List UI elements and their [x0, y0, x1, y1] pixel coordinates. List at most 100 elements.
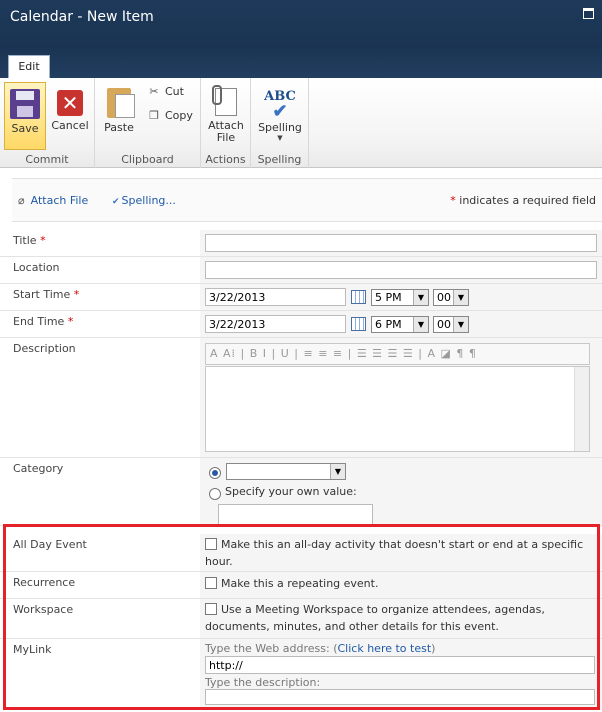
label-category: Category [13, 462, 64, 475]
row-title: Title * [0, 230, 602, 257]
cancel-button[interactable]: ✕ Cancel [50, 82, 90, 150]
save-button[interactable]: Save [4, 82, 46, 150]
start-hour-value: 5 PM [375, 291, 402, 304]
attach-file-link-text: Attach File [30, 194, 89, 207]
group-label-actions: Actions [205, 153, 246, 166]
spelling-button-label: Spelling [258, 121, 302, 134]
chevron-down-icon: ▼ [413, 317, 428, 332]
recurrence-option[interactable]: Make this a repeating event. [205, 575, 378, 592]
row-workspace: Workspace Use a Meeting Workspace to org… [0, 599, 602, 639]
spelling-link-text: Spelling... [121, 194, 176, 207]
paste-button-label: Paste [104, 121, 134, 134]
group-label-clipboard: Clipboard [121, 153, 174, 166]
workspace-option[interactable]: Use a Meeting Workspace to organize atte… [205, 601, 590, 635]
copy-label: Copy [165, 109, 193, 122]
chevron-down-icon: ▼ [330, 464, 345, 479]
editor-scrollbar[interactable] [574, 367, 589, 451]
cancel-button-label: Cancel [51, 119, 89, 132]
window-title: Calendar - New Item [10, 9, 154, 25]
paperclip-icon [212, 85, 237, 116]
spell-check-icon: ABC ✔ [264, 89, 296, 122]
required-star: * [40, 234, 46, 247]
scissors-icon: ✂ [149, 85, 159, 98]
end-hour-select[interactable]: 6 PM ▼ [371, 316, 429, 333]
label-end-time-text: End Time [13, 315, 65, 328]
label-workspace: Workspace [13, 603, 74, 616]
all-day-text: Make this an all-day activity that doesn… [205, 538, 584, 568]
workspace-checkbox[interactable] [205, 603, 217, 615]
recurrence-checkbox[interactable] [205, 577, 217, 589]
row-category: Category ▼ Specify your own value: [0, 458, 602, 526]
label-location: Location [13, 261, 60, 274]
mylink-web-prompt-text: Type the Web address: ( [205, 642, 338, 655]
rich-text-toolbar[interactable]: A A⁞ | B I | U | ≡ ≡ ≡ | ☰ ☰ ☰ ☰ | A ◪ ¶… [205, 343, 590, 365]
tab-edit[interactable]: Edit [8, 55, 50, 78]
attach-file-button[interactable]: Attach File [205, 82, 247, 150]
group-label-spelling: Spelling [257, 153, 302, 166]
cut-label: Cut [165, 85, 184, 98]
label-start-time: Start Time * [13, 288, 199, 301]
label-end-time: End Time * [13, 315, 199, 328]
label-all-day-event: All Day Event [13, 538, 87, 551]
window-header: Calendar - New Item Edit [0, 0, 602, 78]
row-start-time: Start Time * 5 PM ▼ 00▼ [0, 284, 602, 311]
save-icon [10, 89, 40, 119]
label-title: Title * [13, 234, 199, 247]
paperclip-icon: ⌀ [18, 194, 25, 207]
chevron-down-icon: ▼ [453, 317, 468, 332]
save-button-label: Save [11, 122, 39, 135]
required-note-text: indicates a required field [455, 194, 596, 207]
spelling-link[interactable]: ✔ Spelling... [112, 194, 176, 207]
recurrence-text: Make this a repeating event. [221, 577, 379, 590]
copy-icon: ❐ [149, 109, 159, 122]
row-recurrence: Recurrence Make this a repeating event. [0, 572, 602, 599]
group-label-commit: Commit [25, 153, 69, 166]
chevron-down-icon: ▼ [413, 290, 428, 305]
attach-file-link[interactable]: ⌀ Attach File [18, 194, 88, 207]
ribbon-group-actions: Attach File Actions [201, 78, 251, 168]
description-editor[interactable] [205, 366, 590, 452]
all-day-checkbox[interactable] [205, 538, 217, 550]
required-star: * [73, 288, 80, 301]
calendar-icon[interactable] [351, 317, 366, 331]
test-link[interactable]: Click here to test [338, 642, 432, 655]
mylink-desc-prompt: Type the description: [205, 676, 321, 689]
spell-check-icon: ✔ [112, 197, 120, 207]
ribbon-group-clipboard: Paste ✂ Cut ❐ Copy Clipboard [95, 78, 201, 168]
label-start-time-text: Start Time [13, 288, 71, 301]
row-end-time: End Time * 6 PM▼ 00▼ [0, 311, 602, 338]
mylink-web-prompt: Type the Web address: (Click here to tes… [205, 642, 435, 655]
specify-own-label: Specify your own value: [225, 485, 357, 498]
chevron-down-icon: ▼ [453, 290, 468, 305]
maximize-icon[interactable] [583, 8, 594, 19]
ribbon: Save ✕ Cancel Commit Paste ✂ Cut ❐ Copy Cl… [0, 78, 602, 168]
category-custom-input[interactable] [218, 504, 373, 526]
end-date-input[interactable] [205, 315, 346, 333]
location-input[interactable] [205, 261, 597, 279]
end-minute-select[interactable]: 00 ▼ [433, 316, 469, 333]
start-hour-select[interactable]: 5 PM ▼ [371, 289, 429, 306]
cut-button[interactable]: ✂ Cut [147, 85, 184, 98]
category-choice-radio[interactable] [209, 467, 221, 479]
row-mylink: MyLink Type the Web address: (Click here… [0, 639, 602, 709]
specify-own-radio[interactable] [209, 488, 221, 500]
all-day-option[interactable]: Make this an all-day activity that doesn… [205, 536, 590, 570]
label-title-text: Title [13, 234, 37, 247]
required-field-note: * indicates a required field [450, 194, 596, 207]
mylink-url-input[interactable] [205, 656, 595, 674]
row-all-day-event: All Day Event Make this an all-day activ… [0, 534, 602, 572]
spelling-button[interactable]: ABC ✔ Spelling ▼ [255, 82, 305, 150]
mylink-description-input[interactable] [205, 689, 595, 705]
start-minute-select[interactable]: 00 ▼ [433, 289, 469, 306]
calendar-icon[interactable] [351, 290, 366, 304]
copy-button[interactable]: ❐ Copy [147, 109, 193, 122]
ribbon-group-commit: Save ✕ Cancel Commit [0, 78, 95, 168]
label-recurrence: Recurrence [13, 576, 76, 589]
title-input[interactable] [205, 234, 597, 252]
category-select[interactable]: ▼ [226, 463, 346, 480]
paste-button[interactable]: Paste [101, 82, 137, 150]
mylink-web-prompt-close: ) [431, 642, 436, 655]
chevron-down-icon: ▼ [277, 134, 283, 142]
label-description: Description [13, 342, 76, 355]
start-date-input[interactable] [205, 288, 346, 306]
